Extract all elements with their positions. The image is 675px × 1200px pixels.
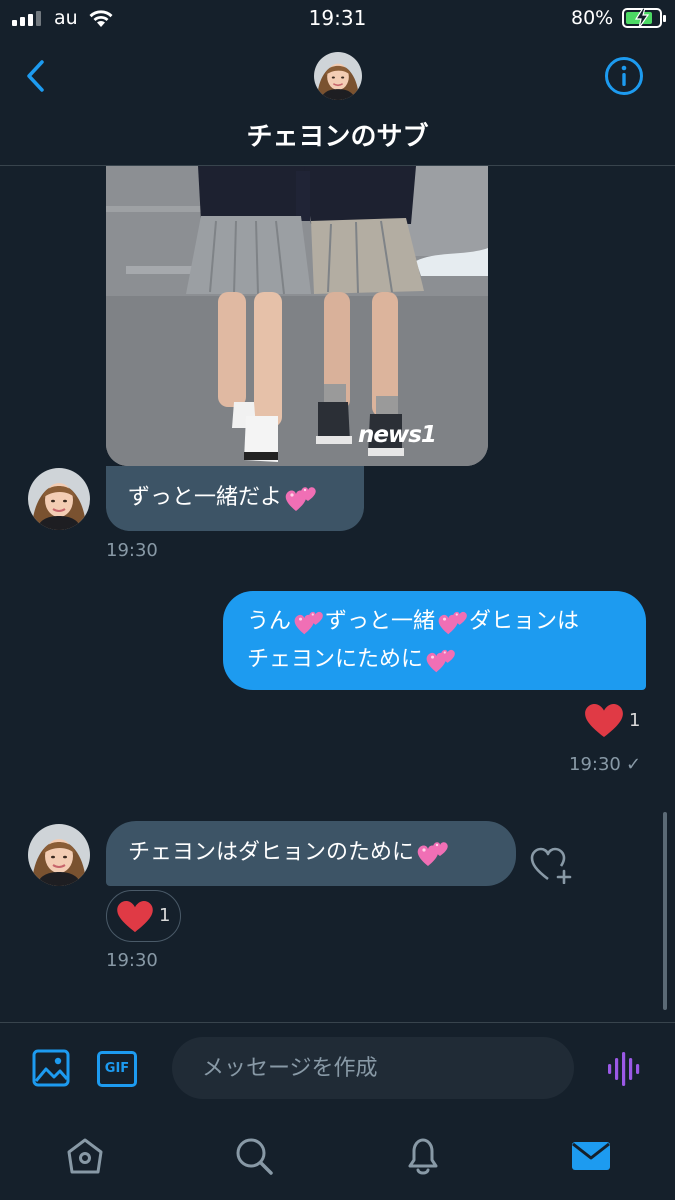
status-bar: au 19:31 80% bbox=[0, 0, 675, 38]
heart-reaction-icon bbox=[117, 901, 153, 933]
scrollbar[interactable] bbox=[663, 812, 667, 1010]
reaction-pill[interactable]: 1 bbox=[106, 890, 181, 942]
battery-percent: 80% bbox=[571, 7, 614, 29]
info-icon[interactable] bbox=[604, 56, 644, 96]
message-time: 19:30 bbox=[106, 950, 158, 971]
reaction-count: 1 bbox=[159, 905, 171, 926]
profile-photo bbox=[314, 52, 362, 100]
back-arrow-icon[interactable] bbox=[22, 58, 52, 94]
read-checkmark: ✓ bbox=[626, 754, 642, 775]
reaction-count: 1 bbox=[629, 710, 641, 731]
photo bbox=[106, 166, 488, 466]
message-bubble-incoming[interactable]: ずっと一緒だよ bbox=[106, 466, 364, 531]
message-input[interactable] bbox=[172, 1037, 574, 1099]
heart-emoji bbox=[416, 836, 450, 870]
heart-emoji bbox=[437, 606, 469, 638]
heart-emoji bbox=[293, 606, 325, 638]
message-bubble-outgoing[interactable]: うん ずっと一緒 ダヒョンは チェヨンにために bbox=[223, 591, 646, 690]
avatar[interactable] bbox=[314, 52, 362, 100]
heart-emoji bbox=[284, 481, 318, 515]
voice-icon[interactable] bbox=[606, 1051, 642, 1087]
conversation-title[interactable]: チェヨンのサブ bbox=[0, 116, 675, 153]
image-icon[interactable] bbox=[32, 1049, 70, 1087]
message-photo[interactable]: news1 bbox=[106, 166, 488, 466]
message-time: 19:30 bbox=[569, 754, 621, 775]
search-icon[interactable] bbox=[232, 1134, 276, 1178]
profile-photo bbox=[28, 824, 90, 886]
gif-icon[interactable]: GIF bbox=[97, 1051, 137, 1087]
heart-reaction-icon[interactable] bbox=[585, 704, 623, 738]
avatar[interactable] bbox=[28, 468, 90, 530]
bell-icon[interactable] bbox=[401, 1134, 445, 1178]
heart-emoji bbox=[425, 644, 457, 676]
add-reaction-icon[interactable] bbox=[530, 846, 574, 884]
avatar[interactable] bbox=[28, 824, 90, 886]
message-bubble-incoming[interactable]: チェヨンはダヒョンのために bbox=[106, 821, 516, 886]
bolt-icon bbox=[634, 8, 650, 28]
message-text: ずっと一緒だよ bbox=[128, 485, 283, 510]
mail-icon[interactable] bbox=[569, 1134, 613, 1178]
message-line: チェヨンにために bbox=[247, 641, 622, 679]
message-time: 19:30 bbox=[106, 540, 158, 561]
message-line: うん ずっと一緒 ダヒョンは bbox=[247, 603, 622, 641]
conversation-header: チェヨンのサブ bbox=[0, 40, 675, 166]
battery-charging-icon bbox=[622, 8, 666, 28]
message-text: チェヨンはダヒョンのために bbox=[128, 840, 415, 865]
home-icon[interactable] bbox=[63, 1134, 107, 1178]
tab-bar bbox=[0, 1114, 675, 1200]
message-composer: GIF bbox=[0, 1022, 675, 1114]
photo-watermark: news1 bbox=[358, 422, 437, 448]
profile-photo bbox=[28, 468, 90, 530]
